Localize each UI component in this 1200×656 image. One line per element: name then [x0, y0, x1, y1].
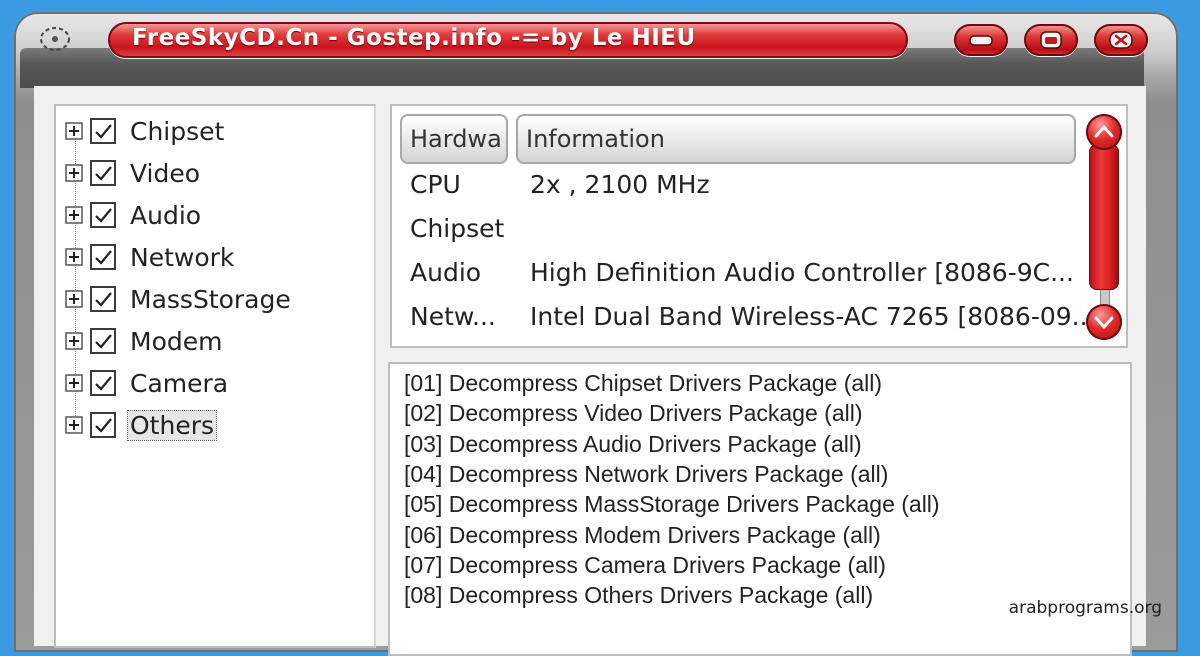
log-line: [01] Decompress Chipset Drivers Package …	[404, 370, 883, 396]
title-bar[interactable]: FreeSkyCD.Cn - Gostep.info -=-by Le HIEU	[108, 22, 908, 58]
checkbox[interactable]	[90, 118, 116, 144]
cell-information: Intel Dual Band Wireless-AC 7265 [8086-0…	[530, 302, 1096, 331]
checkmark-icon	[95, 418, 112, 433]
expand-plus-icon[interactable]	[64, 121, 84, 141]
minimize-button[interactable]	[954, 24, 1008, 56]
hardware-info-table[interactable]: Hardwa Information CPU 2x , 2100 MHz Chi…	[390, 104, 1128, 348]
checkbox[interactable]	[90, 160, 116, 186]
expand-plus-icon[interactable]	[64, 289, 84, 309]
scroll-down-button[interactable]	[1086, 304, 1122, 340]
tree-item-label: Others	[126, 409, 218, 441]
info-scrollbar[interactable]	[1086, 114, 1122, 340]
tree-item-label: Audio	[130, 200, 202, 230]
scroll-up-button[interactable]	[1086, 114, 1122, 150]
window-title: FreeSkyCD.Cn - Gostep.info -=-by Le HIEU	[132, 25, 696, 51]
cell-information: 2x , 2100 MHz	[530, 170, 710, 199]
driver-category-tree[interactable]: Chipset Video Audio Network MassStorage Modem…	[54, 104, 376, 648]
log-line: [04] Decompress Network Drivers Package …	[404, 460, 889, 487]
arrow-up-icon	[1094, 125, 1114, 138]
tree-item-massstorage[interactable]: MassStorage	[64, 282, 293, 316]
expand-plus-icon[interactable]	[64, 415, 84, 435]
log-line: [02] Decompress Video Drivers Package (a…	[404, 400, 863, 427]
expand-plus-icon[interactable]	[64, 373, 84, 393]
tree-item-audio[interactable]: Audio	[64, 198, 203, 232]
expand-plus-icon[interactable]	[64, 205, 84, 225]
cell-hardware: Chipset	[410, 214, 505, 243]
expand-plus-icon[interactable]	[64, 331, 84, 351]
checkmark-icon	[95, 166, 112, 181]
checkmark-icon	[95, 250, 112, 265]
tree-item-label: Modem	[130, 326, 223, 356]
checkbox[interactable]	[90, 370, 116, 396]
close-button[interactable]	[1094, 24, 1148, 56]
tree-item-others[interactable]: Others	[64, 408, 218, 442]
checkbox[interactable]	[90, 244, 116, 270]
column-header-information[interactable]: Information	[516, 114, 1076, 164]
table-row[interactable]: Chipset	[392, 210, 1092, 250]
checkmark-icon	[95, 334, 112, 349]
cell-hardware: CPU	[410, 170, 461, 199]
scrollbar-thumb[interactable]	[1089, 144, 1119, 290]
checkbox[interactable]	[90, 412, 116, 438]
checkmark-icon	[95, 292, 112, 307]
checkmark-icon	[95, 124, 112, 139]
expand-plus-icon[interactable]	[64, 247, 84, 267]
table-row[interactable]: Audio High Definition Audio Controller […	[392, 254, 1092, 294]
cell-information: High Definition Audio Controller [8086-9…	[530, 258, 1074, 287]
checkmark-icon	[95, 208, 112, 223]
disc-icon[interactable]	[38, 24, 72, 54]
checkbox[interactable]	[90, 328, 116, 354]
tree-item-label: Network	[130, 242, 235, 272]
log-line: [05] Decompress MassStorage Drivers Pack…	[404, 491, 940, 518]
watermark: arabprograms.org	[1008, 598, 1162, 618]
checkbox[interactable]	[90, 286, 116, 312]
checkbox[interactable]	[90, 202, 116, 228]
log-line: [08] Decompress Others Drivers Package (…	[404, 582, 874, 609]
arrow-down-icon	[1094, 316, 1114, 329]
log-line: [03] Decompress Audio Drivers Package (a…	[404, 430, 862, 457]
tree-item-label: Video	[130, 158, 201, 188]
expand-plus-icon[interactable]	[64, 163, 84, 183]
checkmark-icon	[95, 376, 112, 391]
tree-item-label: Chipset	[130, 116, 225, 146]
tree-item-network[interactable]: Network	[64, 240, 236, 274]
cell-hardware: Audio	[410, 258, 482, 287]
maximize-button[interactable]	[1024, 24, 1078, 56]
tree-item-chipset[interactable]: Chipset	[64, 114, 226, 148]
table-row[interactable]: Netw... Intel Dual Band Wireless-AC 7265…	[392, 298, 1096, 338]
tree-item-label: Camera	[130, 368, 229, 398]
tree-item-modem[interactable]: Modem	[64, 324, 224, 358]
column-header-hardware[interactable]: Hardwa	[400, 114, 508, 164]
log-line: [06] Decompress Modem Drivers Package (a…	[404, 521, 881, 548]
log-line: [07] Decompress Camera Drivers Package (…	[404, 551, 886, 578]
table-row[interactable]: CPU 2x , 2100 MHz	[392, 166, 1092, 206]
tree-item-label: MassStorage	[130, 284, 291, 314]
minimize-icon	[969, 35, 993, 46]
tree-item-video[interactable]: Video	[64, 156, 202, 190]
maximize-icon	[1040, 31, 1062, 49]
close-icon	[1109, 31, 1133, 49]
tree-item-camera[interactable]: Camera	[64, 366, 230, 400]
cell-hardware: Netw...	[410, 302, 496, 331]
